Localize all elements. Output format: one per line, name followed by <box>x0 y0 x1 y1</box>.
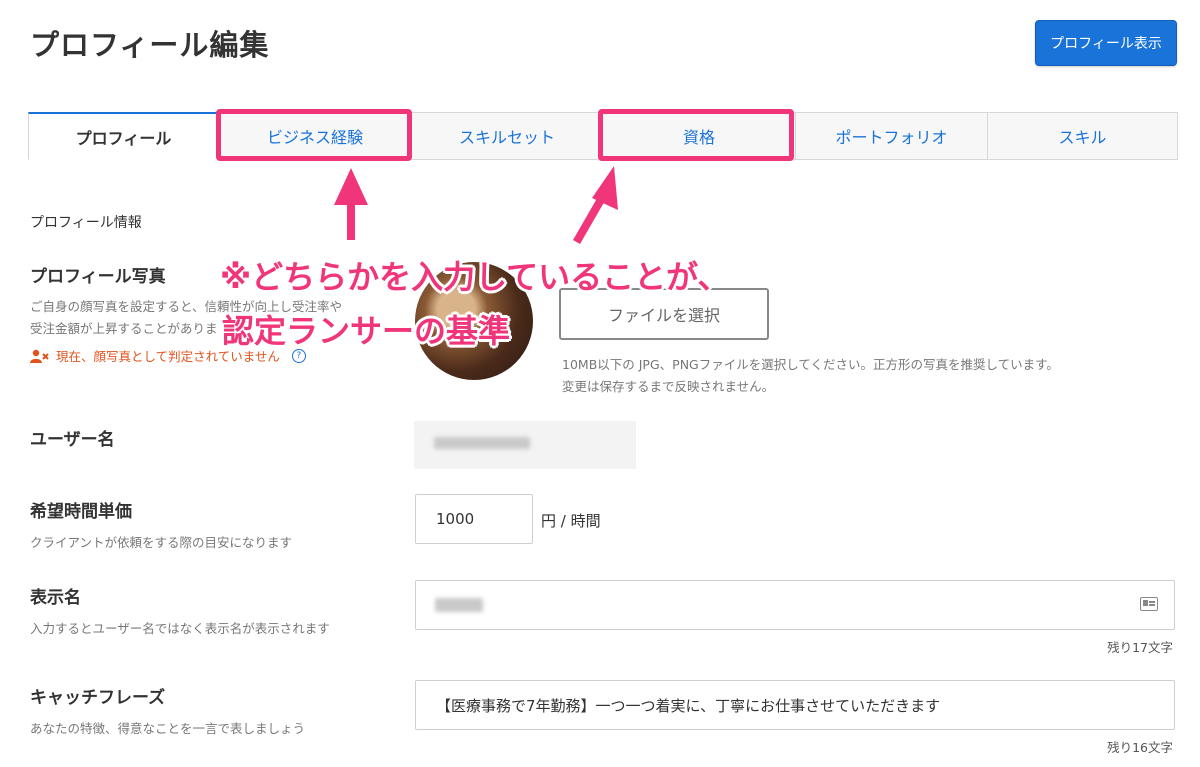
annotation-arrows <box>334 166 618 244</box>
annotation-line-1: ※どちらかを入力していることが、 <box>220 258 730 296</box>
annotation-line-2: 認定ランサーの基準 <box>222 312 511 350</box>
arrow-head-left <box>334 168 368 205</box>
